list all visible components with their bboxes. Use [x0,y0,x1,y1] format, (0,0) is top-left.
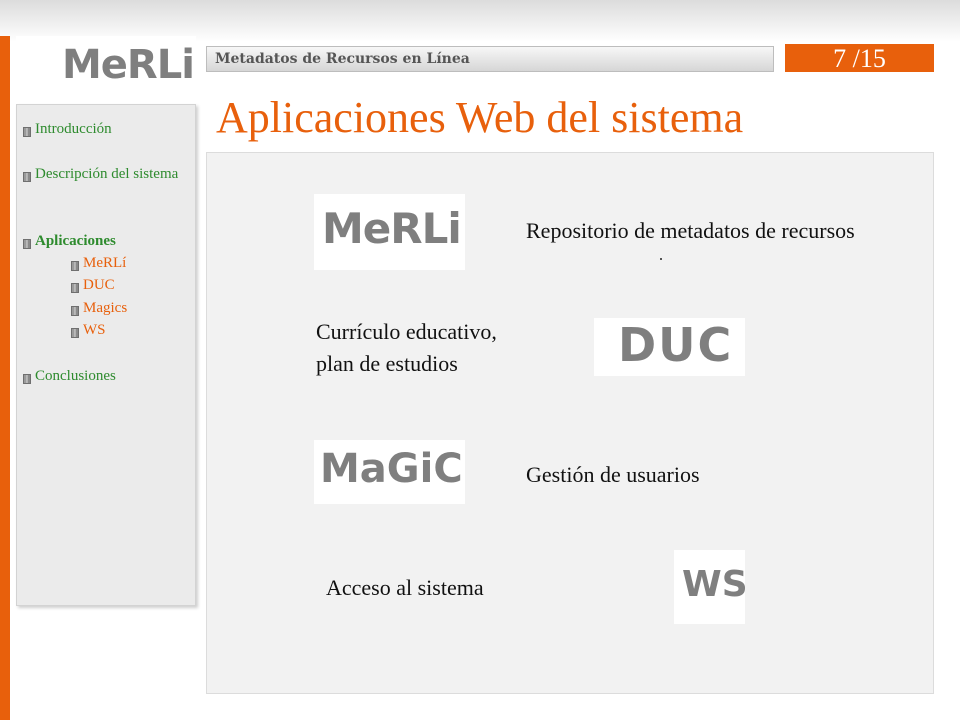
duc-logo-text: DUC [618,318,734,372]
magics-logo: MaGiCS [314,440,465,504]
sidebar-item-aplicaciones[interactable]: Aplicaciones [35,231,116,252]
header-subtitle-bar: Metadatos de Recursos en Línea [206,46,774,72]
bullet-icon [23,127,31,137]
page-number: 7 /15 [785,44,934,73]
brand-logo-text: MeRLi [62,42,195,88]
duc-logo: DUC [594,318,745,376]
duc-description-line2: plan de estudios [316,351,458,376]
merli-logo: MeRLi [314,194,465,270]
magics-logo-text: MaGiCS [320,446,465,492]
ws-logo: WS [674,550,745,624]
sidebar-item-duc[interactable]: DUC [83,275,115,296]
bullet-icon [23,374,31,384]
magics-description: Gestión de usuarios [526,462,700,487]
ws-description: Acceso al sistema [326,575,484,600]
left-accent-rule [0,36,10,720]
sidebar-item-magics[interactable]: Magics [83,298,127,319]
bullet-icon [23,239,31,249]
bullet-icon [71,283,79,293]
bullet-icon [71,261,79,271]
bullet-icon [71,328,79,338]
sidebar-item-introduccion[interactable]: Introducción [35,119,112,140]
stray-dot [660,258,662,260]
merli-description: Repositorio de metadatos de recursos [526,218,855,243]
ws-logo-text: WS [682,564,745,605]
sidebar: Introducción Descripción del sistema Apl… [16,104,196,606]
sidebar-item-conclusiones[interactable]: Conclusiones [35,366,116,387]
bullet-icon [23,172,31,182]
bullet-icon [71,306,79,316]
duc-description-line1: Currículo educativo, [316,319,497,344]
slide-title: Aplicaciones Web del sistema [216,93,744,142]
sidebar-item-descripcion[interactable]: Descripción del sistema [35,164,185,185]
sidebar-item-merli[interactable]: MeRLí [83,253,126,274]
sidebar-item-ws[interactable]: WS [83,320,106,341]
merli-logo-text: MeRLi [322,204,462,253]
